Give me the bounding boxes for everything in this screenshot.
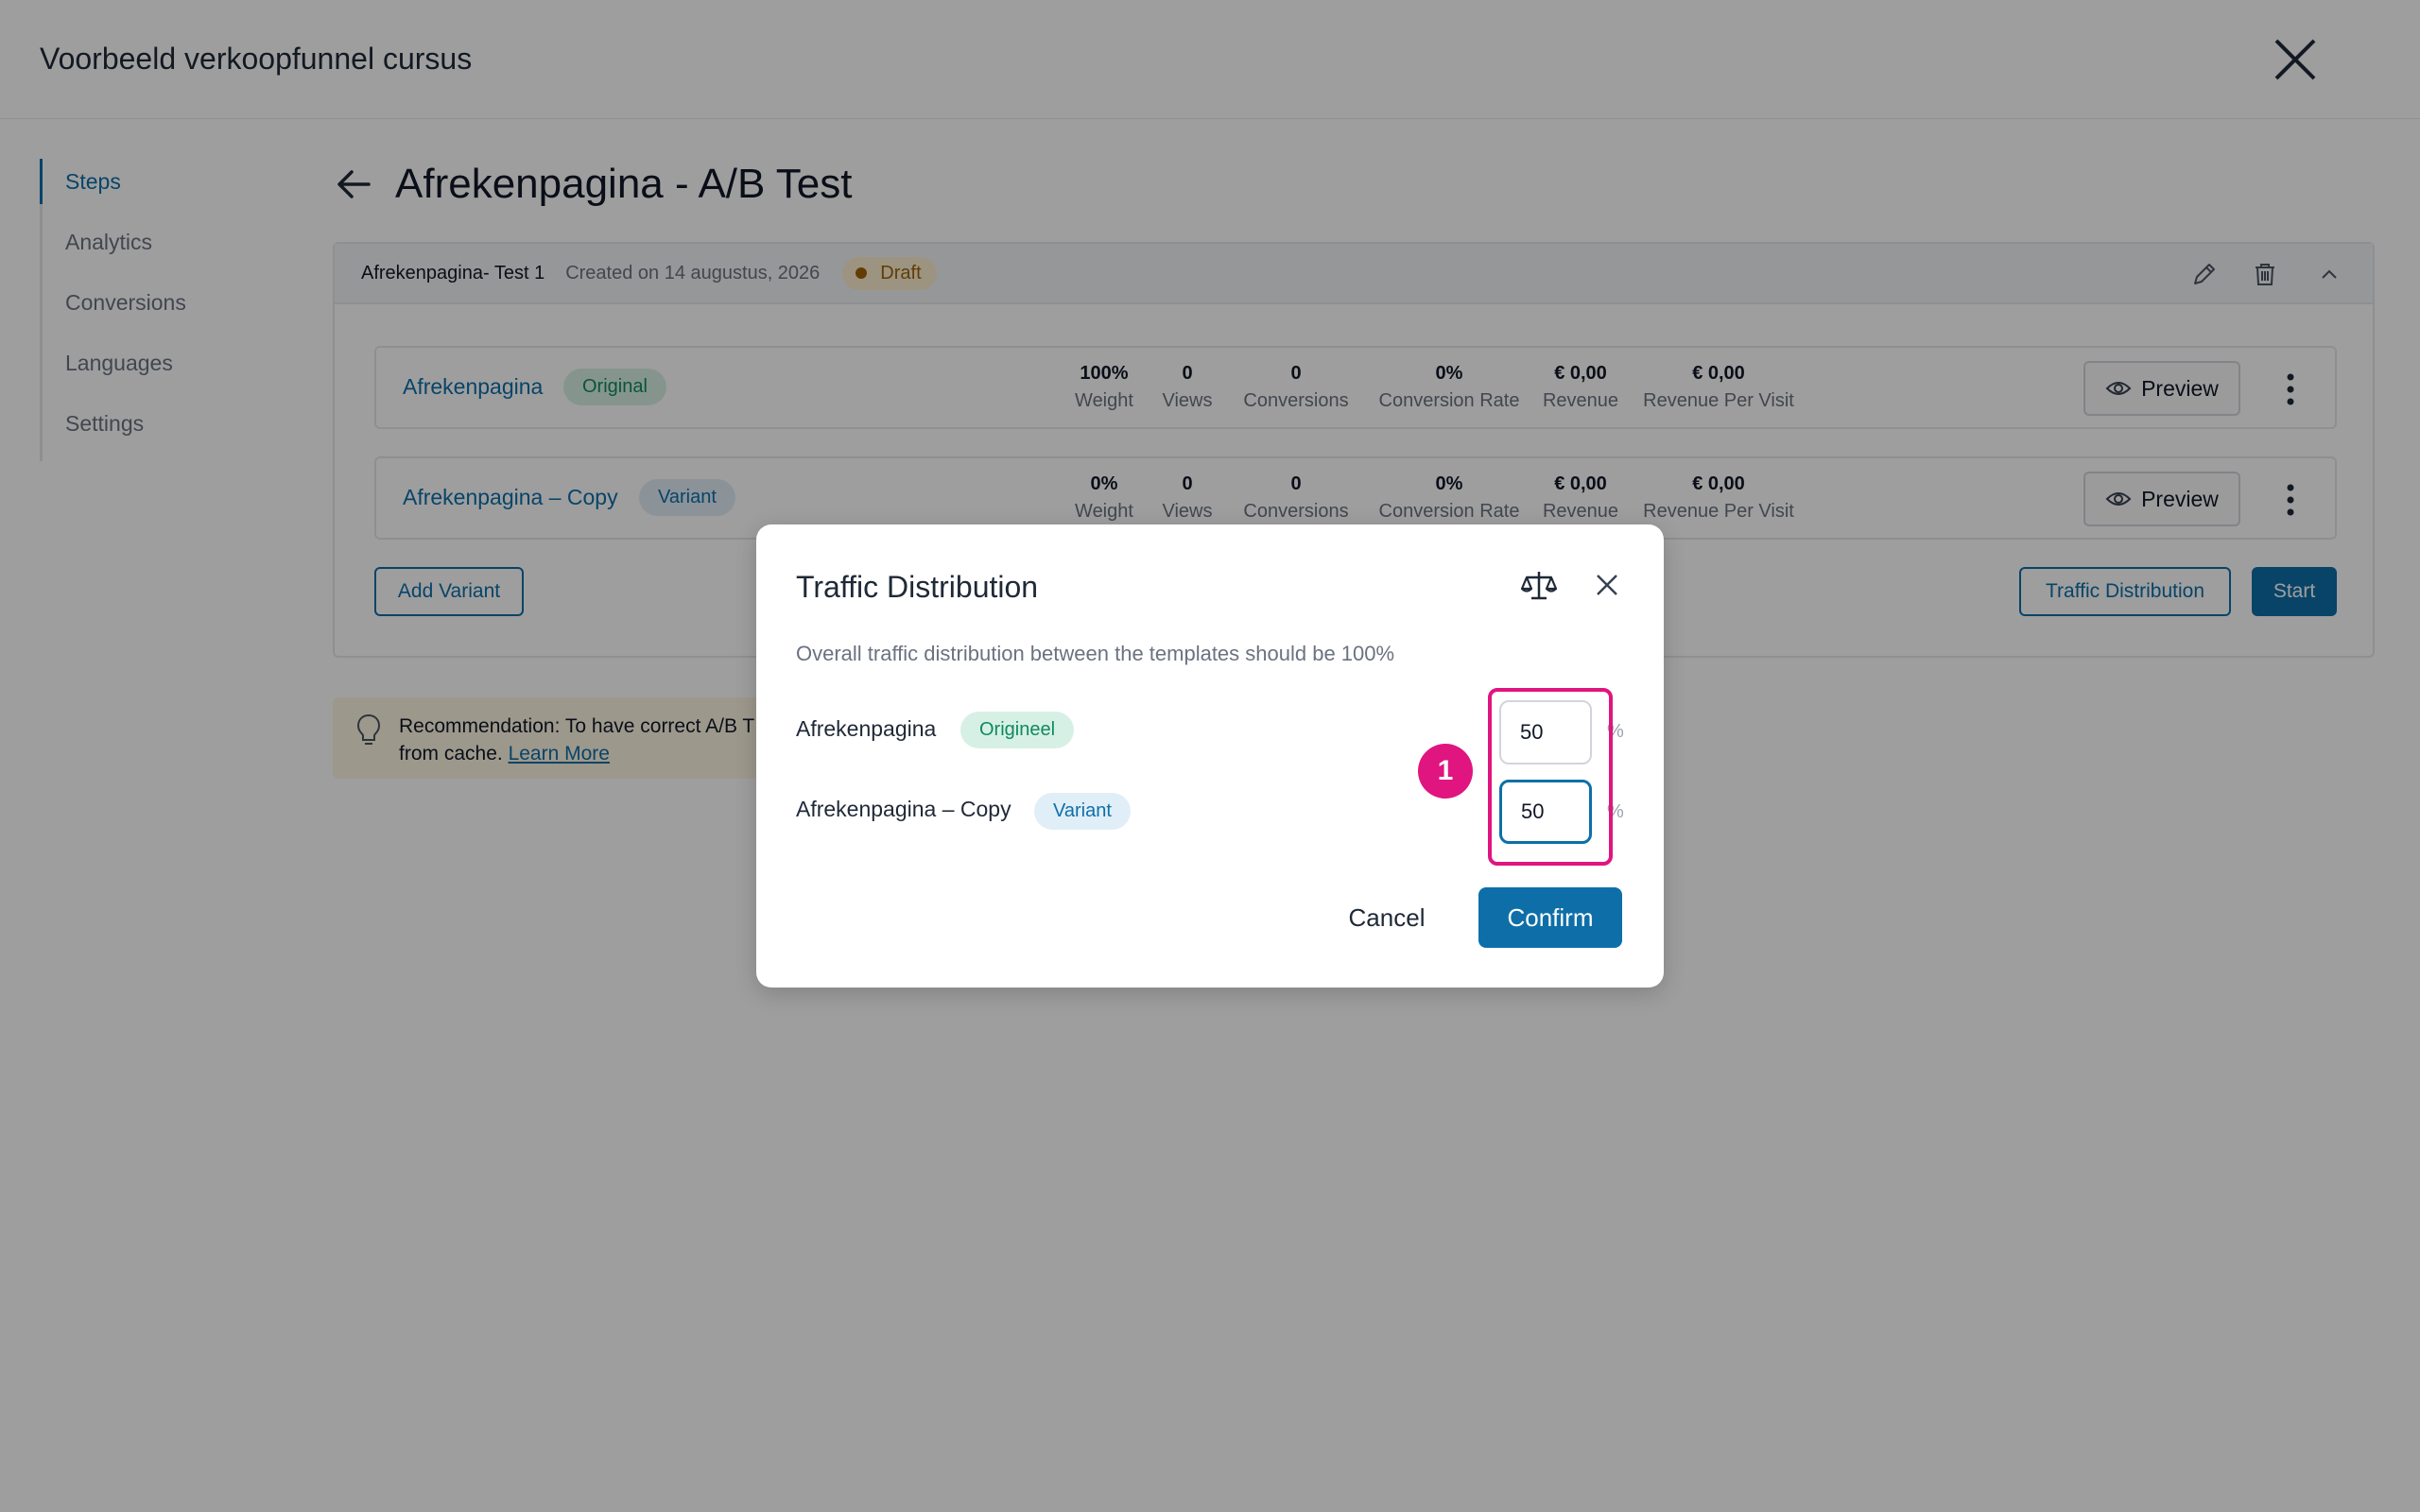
- inputs-highlight: [1488, 688, 1613, 866]
- template-name: Afrekenpagina: [796, 716, 937, 741]
- traffic-distribution-modal: Traffic Distribution Overall traffic dis…: [756, 524, 1664, 988]
- modal-title: Traffic Distribution: [796, 570, 1039, 604]
- scale-icon[interactable]: [1520, 566, 1558, 604]
- close-icon[interactable]: [1594, 572, 1620, 598]
- original-badge: Origineel: [960, 712, 1075, 748]
- confirm-button[interactable]: Confirm: [1478, 887, 1622, 948]
- variant-badge: Variant: [1034, 793, 1131, 830]
- template-name: Afrekenpagina – Copy: [796, 797, 1011, 821]
- cancel-button[interactable]: Cancel: [1329, 887, 1444, 948]
- modal-description: Overall traffic distribution between the…: [796, 642, 1395, 665]
- step-marker: 1: [1418, 744, 1473, 799]
